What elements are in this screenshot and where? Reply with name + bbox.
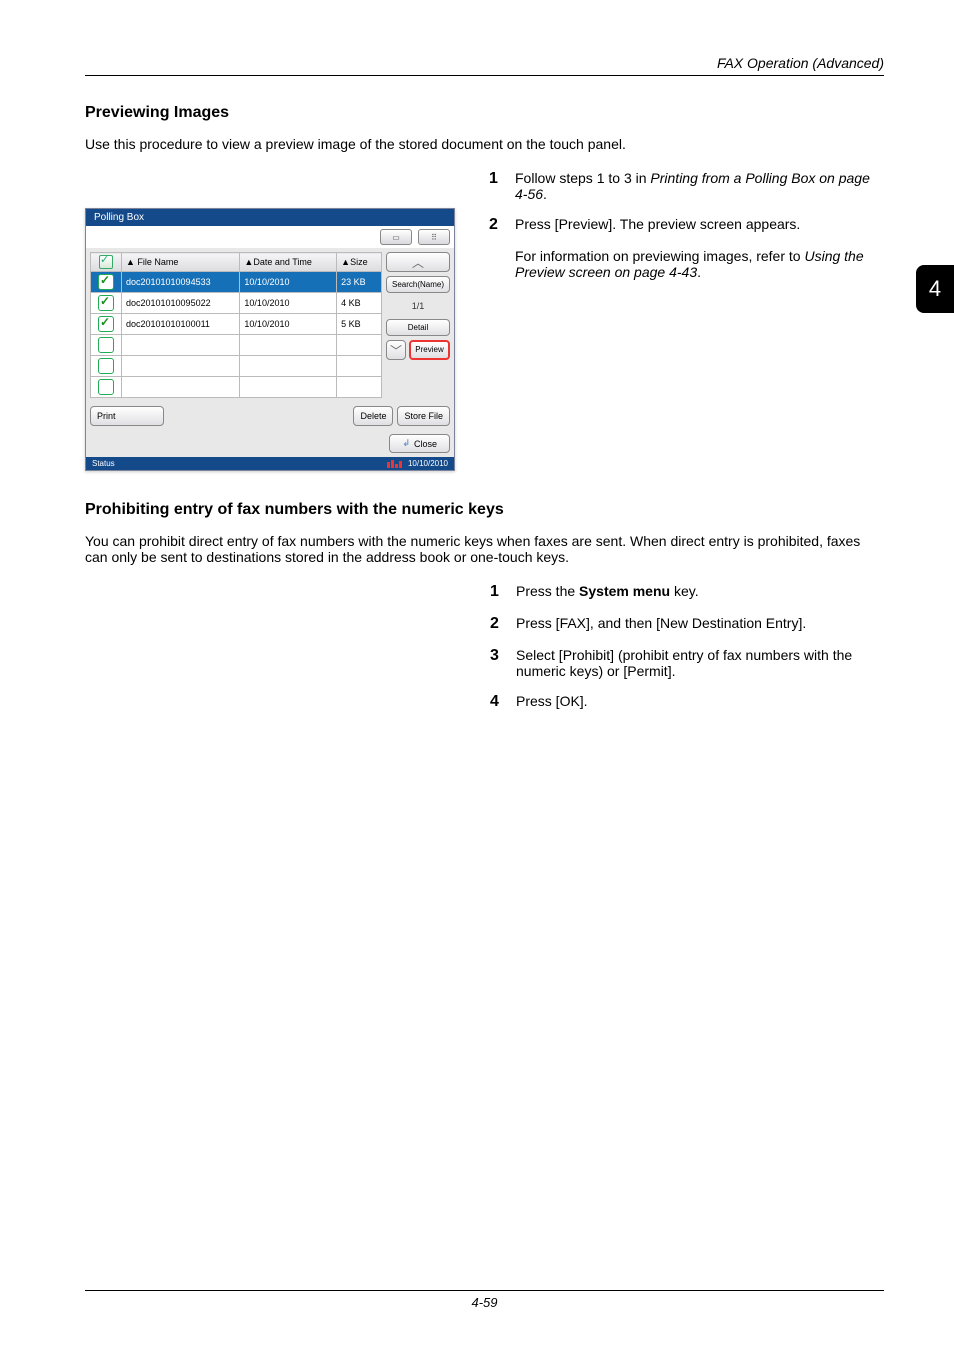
touch-panel-mock: Polling Box ▭ ⠿ ▲ File Name ▲Date and Ti… — [85, 208, 455, 471]
table-row[interactable] — [91, 356, 382, 377]
step-text: Press [FAX], and then [New Destination E… — [516, 615, 884, 633]
section1-title: Previewing Images — [85, 104, 884, 122]
row-checkbox[interactable] — [98, 295, 114, 311]
scroll-down-button[interactable]: ﹀ — [386, 340, 406, 360]
scroll-up-button[interactable]: ︿ — [386, 252, 450, 272]
step-number: 1 — [489, 170, 515, 202]
page-number: 4-59 — [85, 1290, 884, 1310]
list-view-icon[interactable]: ▭ — [380, 229, 412, 245]
table-row[interactable] — [91, 335, 382, 356]
row-checkbox[interactable] — [98, 316, 114, 332]
file-table: ▲ File Name ▲Date and Time ▲Size doc2010… — [90, 252, 382, 398]
step-number: 3 — [490, 647, 516, 679]
status-date: 10/10/2010 — [408, 459, 448, 468]
col-filename[interactable]: ▲ File Name — [122, 253, 240, 272]
step-text: Select [Prohibit] (prohibit entry of fax… — [516, 647, 884, 679]
step-text: Press [Preview]. The preview screen appe… — [515, 216, 884, 234]
step-number: 1 — [490, 583, 516, 601]
row-checkbox[interactable] — [98, 379, 114, 395]
step-number: 2 — [489, 216, 515, 234]
step-number: 2 — [490, 615, 516, 633]
preview-button[interactable]: Preview — [409, 340, 450, 360]
search-name-button[interactable]: Search(Name) — [386, 276, 450, 293]
print-button[interactable]: Print — [90, 406, 164, 426]
step-subtext: For information on previewing images, re… — [515, 248, 884, 280]
section1-intro: Use this procedure to view a preview ima… — [85, 136, 884, 152]
store-file-button[interactable]: Store File — [397, 406, 450, 426]
step-number: 4 — [490, 693, 516, 711]
row-checkbox[interactable] — [98, 274, 114, 290]
col-size[interactable]: ▲Size — [337, 253, 382, 272]
table-row[interactable]: doc20101010095022 10/10/2010 4 KB — [91, 293, 382, 314]
running-header: FAX Operation (Advanced) — [85, 55, 884, 76]
row-checkbox[interactable] — [98, 358, 114, 374]
close-button[interactable]: Close — [389, 434, 450, 453]
step-text: Press [OK]. — [516, 693, 884, 711]
status-label[interactable]: Status — [92, 459, 115, 468]
chapter-tab: 4 — [916, 265, 954, 313]
toner-icon — [387, 460, 402, 468]
step-text: Press the System menu key. — [516, 583, 884, 601]
table-row[interactable]: doc20101010100011 10/10/2010 5 KB — [91, 314, 382, 335]
page-indicator: 1/1 — [386, 297, 450, 315]
table-row[interactable] — [91, 377, 382, 398]
step-text: Follow steps 1 to 3 in Printing from a P… — [515, 170, 884, 202]
section2-title: Prohibiting entry of fax numbers with th… — [85, 501, 884, 519]
detail-button[interactable]: Detail — [386, 319, 450, 336]
panel-title: Polling Box — [86, 209, 454, 226]
table-row[interactable]: doc20101010094533 10/10/2010 23 KB — [91, 272, 382, 293]
col-select[interactable] — [91, 253, 122, 272]
row-checkbox[interactable] — [98, 337, 114, 353]
grid-view-icon[interactable]: ⠿ — [418, 229, 450, 245]
section2-intro: You can prohibit direct entry of fax num… — [85, 533, 884, 565]
delete-button[interactable]: Delete — [353, 406, 393, 426]
col-date[interactable]: ▲Date and Time — [240, 253, 337, 272]
